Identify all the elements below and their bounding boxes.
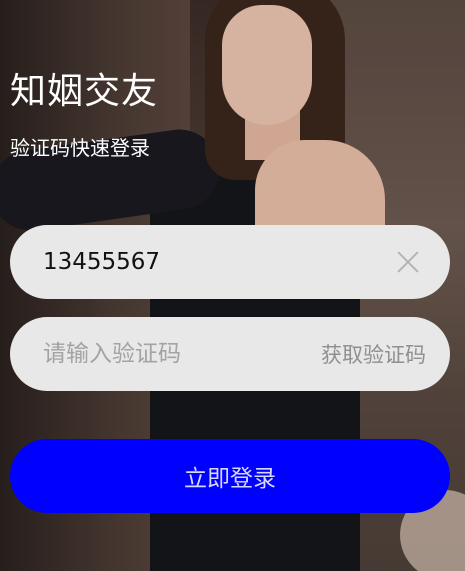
verification-code-field: 获取验证码: [10, 317, 450, 391]
phone-input[interactable]: [10, 225, 388, 299]
login-button[interactable]: 立即登录: [10, 439, 450, 513]
get-code-button[interactable]: 获取验证码: [321, 339, 426, 369]
login-screen: 知姻交友 验证码快速登录 获取验证码 立即登录: [0, 0, 465, 571]
verification-code-input[interactable]: [10, 317, 321, 391]
app-title: 知姻交友: [10, 71, 159, 112]
login-subtitle: 验证码快速登录: [10, 136, 150, 160]
close-icon[interactable]: [388, 242, 428, 282]
phone-field: [10, 225, 450, 299]
